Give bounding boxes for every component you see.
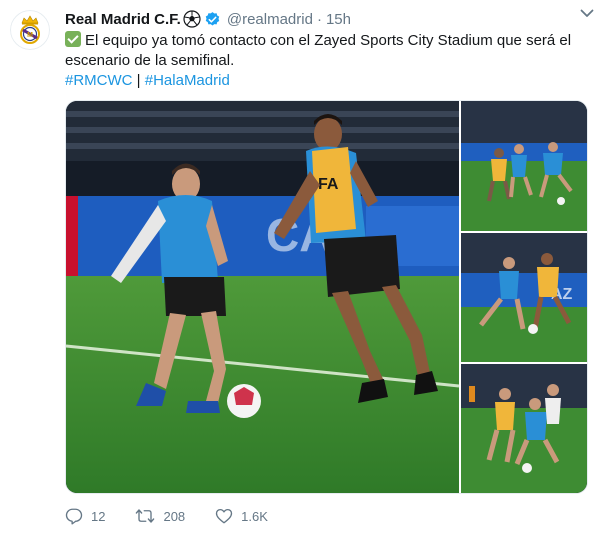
hashtag-halamadrid[interactable]: #HalaMadrid	[145, 72, 230, 89]
avatar[interactable]: M	[10, 10, 50, 50]
tweet-header: Real Madrid C.F. @realmadrid · 15h	[65, 8, 580, 30]
account-name[interactable]: Real Madrid C.F.	[65, 11, 181, 28]
reply-icon	[65, 508, 83, 525]
photo-main[interactable]: CA FA	[66, 101, 459, 493]
header-separator: ·	[316, 10, 322, 28]
account-handle[interactable]: @realmadrid	[227, 11, 313, 28]
tweet: M Real Madrid C.F. @realmadrid · 15h El …	[0, 0, 600, 533]
tweet-actions: 12 208 1.6K	[65, 505, 298, 527]
photo-top-right[interactable]	[461, 101, 587, 231]
like-button[interactable]: 1.6K	[215, 507, 268, 525]
photo-bottom-right[interactable]	[461, 364, 587, 493]
verified-badge-icon	[204, 11, 221, 28]
chevron-down-icon[interactable]	[578, 4, 596, 22]
svg-text:M: M	[27, 32, 33, 39]
like-count: 1.6K	[241, 508, 268, 524]
tweet-time[interactable]: 15h	[326, 11, 351, 28]
real-madrid-crest-icon: M	[10, 10, 50, 50]
heart-icon	[215, 508, 233, 524]
svg-text:FA: FA	[318, 176, 339, 193]
media-grid: CA FA AZ	[65, 100, 588, 494]
photo-middle-right[interactable]: AZ	[461, 233, 587, 362]
reply-button[interactable]: 12	[65, 507, 105, 525]
hashtags: #RMCWC | #HalaMadrid	[65, 71, 230, 91]
reply-count: 12	[91, 508, 106, 524]
retweet-icon	[136, 509, 155, 523]
check-mark-icon	[65, 31, 81, 47]
tweet-text: El equipo ya tomó contacto con el Zayed …	[65, 31, 585, 71]
tweet-body: El equipo ya tomó contacto con el Zayed …	[65, 32, 572, 69]
retweet-count: 208	[163, 508, 186, 524]
hashtag-separator: |	[136, 72, 141, 89]
football-icon	[183, 10, 201, 28]
hashtag-rmcwc[interactable]: #RMCWC	[65, 72, 133, 89]
retweet-button[interactable]: 208	[135, 507, 185, 525]
